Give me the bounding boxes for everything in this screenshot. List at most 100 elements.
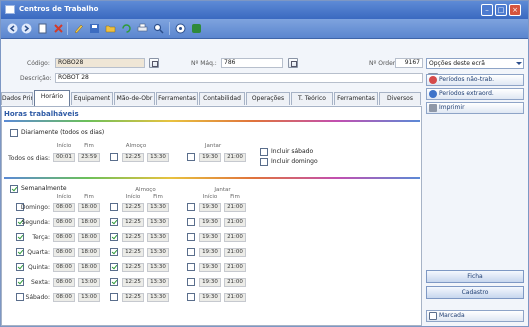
- day-almoco-inicio[interactable]: 12:25: [122, 293, 144, 302]
- minimize-button[interactable]: –: [481, 4, 493, 16]
- day-jantar-fim[interactable]: 21:00: [224, 218, 246, 227]
- day-almoco-checkbox[interactable]: [110, 293, 118, 301]
- close-button[interactable]: ×: [509, 4, 521, 16]
- tab-contabilidade[interactable]: Contabilidad: [199, 92, 245, 105]
- todos-jantar-fim[interactable]: 21:00: [224, 153, 246, 162]
- day-jantar-inicio[interactable]: 19:30: [199, 248, 221, 257]
- stop-icon[interactable]: [191, 23, 202, 34]
- day-almoco-fim[interactable]: 13:30: [147, 263, 169, 272]
- edit-icon[interactable]: [73, 23, 84, 34]
- tab-equipamentos[interactable]: Equipament: [71, 92, 113, 105]
- maq-lookup-button[interactable]: [288, 58, 298, 68]
- day-inicio[interactable]: 08:00: [53, 203, 75, 212]
- day-jantar-inicio[interactable]: 19:30: [199, 203, 221, 212]
- descricao-field[interactable]: ROBOT 28: [55, 73, 423, 83]
- day-jantar-fim[interactable]: 21:00: [224, 263, 246, 272]
- periodos-nao-trab-button[interactable]: Períodos não-trab.: [426, 74, 524, 86]
- day-almoco-inicio[interactable]: 12:25: [122, 203, 144, 212]
- codigo-lookup-button[interactable]: [149, 58, 159, 68]
- day-almoco-fim[interactable]: 13:30: [147, 293, 169, 302]
- day-almoco-inicio[interactable]: 12:25: [122, 263, 144, 272]
- day-inicio[interactable]: 08:00: [53, 248, 75, 257]
- day-almoco-inicio[interactable]: 12:25: [122, 248, 144, 257]
- day-almoco-inicio[interactable]: 12:25: [122, 278, 144, 287]
- day-jantar-checkbox[interactable]: [187, 278, 195, 286]
- day-jantar-checkbox[interactable]: [187, 218, 195, 226]
- help-icon[interactable]: [175, 23, 186, 34]
- forward-icon[interactable]: [21, 23, 32, 34]
- day-inicio[interactable]: 08:00: [53, 278, 75, 287]
- tab-horario[interactable]: Horário: [34, 90, 70, 106]
- tab-mao-de-obra[interactable]: Mão-de-Obr: [114, 92, 155, 105]
- day-inicio[interactable]: 08:00: [53, 263, 75, 272]
- day-jantar-fim[interactable]: 21:00: [224, 248, 246, 257]
- day-almoco-checkbox[interactable]: [110, 218, 118, 226]
- periodos-extraord-button[interactable]: Períodos extraord.: [426, 88, 524, 100]
- diariamente-checkbox[interactable]: [10, 129, 18, 137]
- day-jantar-inicio[interactable]: 19:30: [199, 263, 221, 272]
- refresh-icon[interactable]: [121, 23, 132, 34]
- maximize-button[interactable]: □: [495, 4, 507, 16]
- day-jantar-checkbox[interactable]: [187, 203, 195, 211]
- todos-fim[interactable]: 23:59: [78, 153, 100, 162]
- day-almoco-checkbox[interactable]: [110, 263, 118, 271]
- tab-tempo-teorico[interactable]: T. Teórico: [291, 92, 333, 105]
- ficha-button[interactable]: Ficha: [426, 270, 524, 283]
- todos-jantar-inicio[interactable]: 19:30: [199, 153, 221, 162]
- print-icon[interactable]: [137, 23, 148, 34]
- day-almoco-checkbox[interactable]: [110, 203, 118, 211]
- day-inicio[interactable]: 08:00: [53, 293, 75, 302]
- day-almoco-inicio[interactable]: 12:25: [122, 233, 144, 242]
- back-icon[interactable]: [7, 23, 18, 34]
- day-jantar-checkbox[interactable]: [187, 233, 195, 241]
- day-almoco-checkbox[interactable]: [110, 233, 118, 241]
- day-jantar-checkbox[interactable]: [187, 293, 195, 301]
- tab-dados-principais[interactable]: Dados Princi: [1, 92, 33, 105]
- tab-operacoes[interactable]: Operações: [246, 92, 290, 105]
- delete-icon[interactable]: [53, 23, 64, 34]
- options-dropdown[interactable]: Opções deste ecrã: [426, 58, 524, 69]
- day-almoco-fim[interactable]: 13:30: [147, 218, 169, 227]
- todos-jantar-checkbox[interactable]: [187, 153, 195, 161]
- tab-ferramentas-2[interactable]: Ferramentas: [334, 92, 378, 105]
- find-icon[interactable]: [153, 23, 164, 34]
- day-jantar-fim[interactable]: 21:00: [224, 233, 246, 242]
- ordem-field[interactable]: 9167: [395, 58, 423, 68]
- day-fim[interactable]: 18:00: [78, 248, 100, 257]
- day-inicio[interactable]: 08:00: [53, 233, 75, 242]
- day-fim[interactable]: 13:00: [78, 293, 100, 302]
- day-fim[interactable]: 18:00: [78, 263, 100, 272]
- day-fim[interactable]: 18:00: [78, 218, 100, 227]
- day-fim[interactable]: 18:00: [78, 203, 100, 212]
- incluir-sabado-checkbox[interactable]: [260, 148, 268, 156]
- day-almoco-fim[interactable]: 13:30: [147, 203, 169, 212]
- day-almoco-fim[interactable]: 13:30: [147, 248, 169, 257]
- codigo-field[interactable]: ROBO28: [55, 58, 145, 68]
- maq-field[interactable]: 786: [221, 58, 283, 68]
- todos-almoco-inicio[interactable]: 12:25: [122, 153, 144, 162]
- day-almoco-fim[interactable]: 13:30: [147, 233, 169, 242]
- tab-ferramentas[interactable]: Ferramentas: [156, 92, 198, 105]
- day-fim[interactable]: 13:00: [78, 278, 100, 287]
- day-almoco-fim[interactable]: 13:30: [147, 278, 169, 287]
- day-jantar-fim[interactable]: 21:00: [224, 203, 246, 212]
- save-icon[interactable]: [89, 23, 100, 34]
- day-fim[interactable]: 18:00: [78, 233, 100, 242]
- day-jantar-fim[interactable]: 21:00: [224, 293, 246, 302]
- new-icon[interactable]: [37, 23, 48, 34]
- day-jantar-inicio[interactable]: 19:30: [199, 233, 221, 242]
- day-jantar-checkbox[interactable]: [187, 263, 195, 271]
- day-almoco-inicio[interactable]: 12:25: [122, 218, 144, 227]
- cadastro-button[interactable]: Cadastro: [426, 286, 524, 299]
- day-jantar-fim[interactable]: 21:00: [224, 278, 246, 287]
- imprimir-button[interactable]: Imprimir: [426, 102, 524, 114]
- day-almoco-checkbox[interactable]: [110, 248, 118, 256]
- todos-almoco-fim[interactable]: 13:30: [147, 153, 169, 162]
- day-jantar-inicio[interactable]: 19:30: [199, 218, 221, 227]
- day-jantar-checkbox[interactable]: [187, 248, 195, 256]
- day-almoco-checkbox[interactable]: [110, 278, 118, 286]
- day-jantar-inicio[interactable]: 19:30: [199, 278, 221, 287]
- incluir-domingo-checkbox[interactable]: [260, 158, 268, 166]
- todos-almoco-checkbox[interactable]: [110, 153, 118, 161]
- tab-diversos[interactable]: Diversos: [379, 92, 421, 105]
